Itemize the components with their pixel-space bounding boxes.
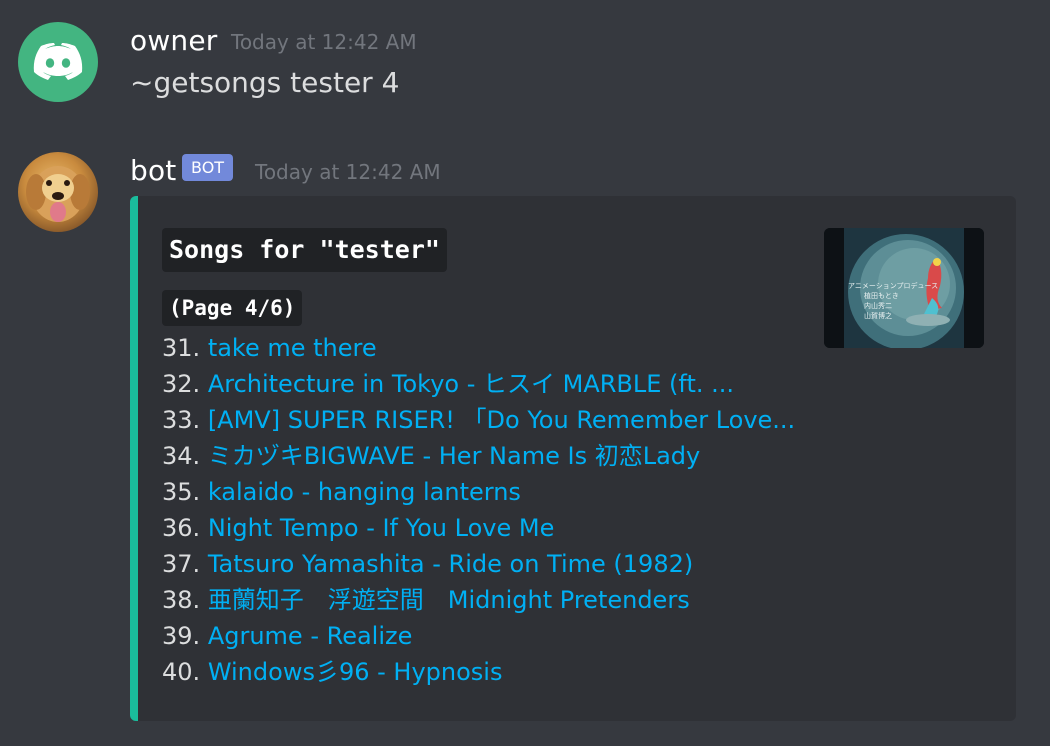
song-number: 31. xyxy=(162,334,201,362)
list-item: 39. Agrume - Realize xyxy=(162,618,795,654)
message-content: ~getsongs tester 4 xyxy=(130,66,400,99)
list-item: 34. ミカヅキBIGWAVE - Her Name Is 初恋Lady xyxy=(162,438,795,474)
song-number: 38. xyxy=(162,586,201,614)
message-timestamp: Today at 12:42 AM xyxy=(231,30,417,54)
discord-logo-shape xyxy=(33,43,83,80)
list-item: 40. Windows彡96 - Hypnosis xyxy=(162,654,795,690)
song-number: 36. xyxy=(162,514,201,542)
discord-logo-icon[interactable] xyxy=(18,22,98,102)
embed-title: Songs for "tester" xyxy=(162,228,447,272)
author-name[interactable]: owner xyxy=(130,24,218,57)
thumbnail-text: 内山秀二 xyxy=(864,301,892,310)
list-item: 35. kalaido - hanging lanterns xyxy=(162,474,795,510)
song-link[interactable]: 亜蘭知子 浮遊空間 Midnight Pretenders xyxy=(208,586,690,614)
song-link[interactable]: ミカヅキBIGWAVE - Her Name Is 初恋Lady xyxy=(208,442,700,470)
embed-page-indicator: (Page 4/6) xyxy=(162,290,303,326)
song-number: 34. xyxy=(162,442,201,470)
thumbnail-image: アニメーションプロデュース 植田もとき 内山秀二 山賀博之 xyxy=(824,228,984,348)
embed-thumbnail[interactable]: アニメーションプロデュース 植田もとき 内山秀二 山賀博之 xyxy=(824,228,984,348)
list-item: 36. Night Tempo - If You Love Me xyxy=(162,510,795,546)
message-timestamp: Today at 12:42 AM xyxy=(255,160,441,184)
song-link[interactable]: [AMV] SUPER RISER! 「Do You Remember Love… xyxy=(208,406,795,434)
song-link[interactable]: take me there xyxy=(208,334,377,362)
list-item: 37. Tatsuro Yamashita - Ride on Time (19… xyxy=(162,546,795,582)
song-number: 37. xyxy=(162,550,201,578)
song-link[interactable]: Agrume - Realize xyxy=(208,622,413,650)
song-number: 40. xyxy=(162,658,201,686)
list-item: 33. [AMV] SUPER RISER! 「Do You Remember … xyxy=(162,402,795,438)
dog-photo xyxy=(26,166,90,222)
author-name[interactable]: bot xyxy=(130,154,176,187)
thumbnail-text: 植田もとき xyxy=(864,291,899,300)
list-item: 31. take me there xyxy=(162,330,795,366)
bot-avatar[interactable] xyxy=(18,152,98,232)
song-link[interactable]: kalaido - hanging lanterns xyxy=(208,478,521,506)
song-link[interactable]: Tatsuro Yamashita - Ride on Time (1982) xyxy=(208,550,693,578)
song-link[interactable]: Architecture in Tokyo - ヒスイ MARBLE (ft. … xyxy=(208,370,734,398)
song-list: 31. take me there 32. Architecture in To… xyxy=(162,330,795,690)
list-item: 38. 亜蘭知子 浮遊空間 Midnight Pretenders xyxy=(162,582,795,618)
song-number: 35. xyxy=(162,478,201,506)
song-number: 32. xyxy=(162,370,201,398)
thumbnail-text: アニメーションプロデュース xyxy=(848,281,938,290)
song-number: 39. xyxy=(162,622,201,650)
song-number: 33. xyxy=(162,406,201,434)
song-link[interactable]: Night Tempo - If You Love Me xyxy=(208,514,555,542)
song-link[interactable]: Windows彡96 - Hypnosis xyxy=(208,658,503,686)
thumbnail-text: 山賀博之 xyxy=(864,311,892,320)
bot-badge: BOT xyxy=(182,154,234,181)
song-list-embed: Songs for "tester" (Page 4/6) 31. take m… xyxy=(130,196,1016,721)
list-item: 32. Architecture in Tokyo - ヒスイ MARBLE (… xyxy=(162,366,795,402)
